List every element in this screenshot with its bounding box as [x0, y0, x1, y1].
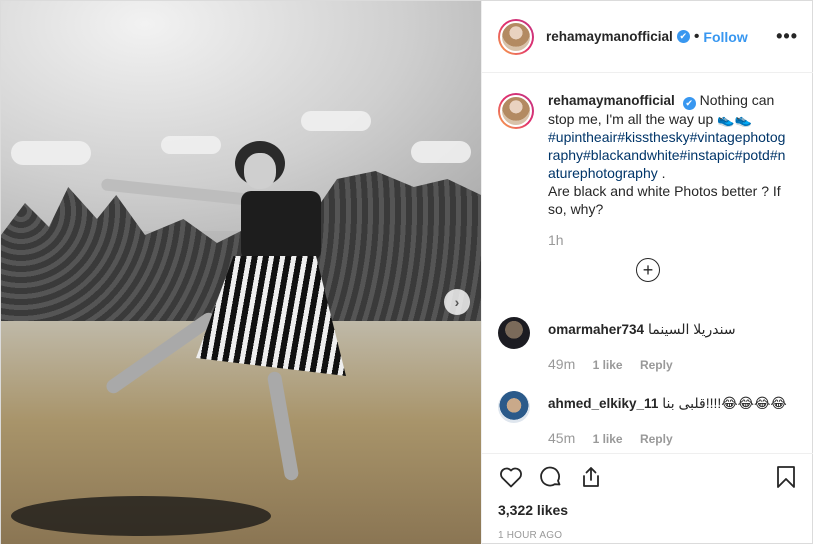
share-button[interactable]: [578, 464, 604, 490]
caption-tail: .: [661, 165, 666, 181]
post-caption: rehamaymanofficial ✔ Nothing can stop me…: [482, 73, 813, 218]
post-sidebar: rehamaymanofficial ✔ • Follow ••• rehama…: [481, 1, 813, 544]
reply-button[interactable]: Reply: [640, 358, 673, 372]
comment-avatar[interactable]: [498, 391, 530, 423]
photo-shadow: [11, 496, 271, 536]
load-more-comments-button[interactable]: +: [636, 258, 660, 282]
comment-age[interactable]: 45m: [548, 430, 575, 446]
comment-likes[interactable]: 1 like: [593, 358, 623, 372]
likes-count[interactable]: 3,322 likes: [498, 502, 799, 518]
comment-item: ahmed_elkiky_11 قلبى بنا!!!!😂😂😂😂 45m 1 l…: [482, 391, 813, 446]
separator-dot: •: [693, 27, 700, 45]
share-icon: [583, 467, 599, 487]
verified-icon: ✔: [682, 97, 696, 110]
photo-cloud: [161, 136, 221, 154]
comment-button[interactable]: [538, 464, 564, 490]
caption-hashtags[interactable]: #upintheair#kissthesky#vintagephotograph…: [548, 129, 785, 181]
comment-likes[interactable]: 1 like: [593, 432, 623, 446]
save-button[interactable]: [773, 464, 799, 490]
post-photo[interactable]: ›: [1, 1, 481, 544]
heart-icon: [500, 467, 522, 488]
post-actions: 3,322 likes 1 HOUR AGO: [482, 453, 813, 541]
photo-figure-face: [244, 153, 276, 189]
comment-item: omarmaher734 سندريلا السينما 49m 1 like …: [482, 317, 813, 372]
post-timestamp[interactable]: 1 HOUR AGO: [498, 530, 799, 541]
comment-age[interactable]: 49m: [548, 356, 575, 372]
photo-cloud: [11, 141, 91, 165]
comment-avatar[interactable]: [498, 317, 530, 349]
author-username[interactable]: rehamaymanofficial: [546, 29, 673, 44]
like-button[interactable]: [498, 464, 524, 490]
photo-figure-body: [241, 191, 321, 261]
reply-button[interactable]: Reply: [640, 432, 673, 446]
comment-text: قلبى بنا!!!!😂😂😂😂: [662, 395, 787, 411]
post-header: rehamaymanofficial ✔ • Follow •••: [482, 1, 813, 73]
bookmark-icon: [777, 466, 795, 488]
more-icon[interactable]: •••: [776, 26, 798, 47]
plus-circle-icon: +: [642, 259, 654, 280]
caption-question: Are black and white Photos better ? If s…: [548, 183, 781, 217]
caption-avatar[interactable]: [498, 93, 534, 129]
comment-icon: [540, 466, 561, 487]
photo-cloud: [411, 141, 471, 163]
follow-button[interactable]: Follow: [703, 29, 747, 45]
comment-username[interactable]: omarmaher734: [548, 322, 644, 337]
comment-username[interactable]: ahmed_elkiky_11: [548, 396, 658, 411]
comment-text: سندريلا السينما: [647, 321, 736, 337]
author-avatar[interactable]: [498, 18, 534, 55]
caption-username[interactable]: rehamaymanofficial: [548, 93, 675, 108]
chevron-right-icon: ›: [454, 294, 460, 310]
photo-cloud: [301, 111, 371, 131]
next-photo-button[interactable]: ›: [444, 289, 470, 315]
verified-icon: ✔: [676, 30, 690, 43]
caption-timestamp[interactable]: 1h: [548, 232, 813, 248]
post-modal: › rehamaymanofficial ✔ • Follow ••• reha…: [0, 0, 813, 544]
